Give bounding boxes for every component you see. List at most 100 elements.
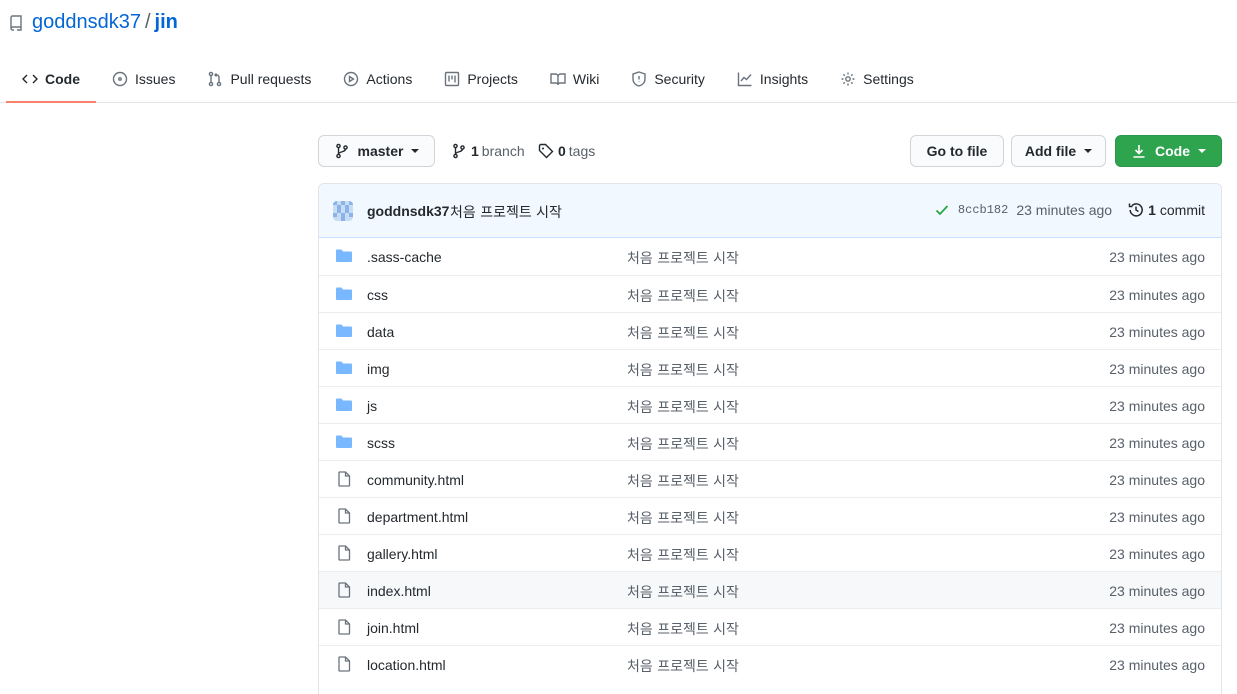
file-commit-message-link[interactable]: 처음 프로젝트 시작 (627, 582, 739, 602)
folder-row[interactable]: scss 처음 프로젝트 시작 23 minutes ago (319, 423, 1221, 460)
commit-history-link[interactable]: 1 commit (1128, 202, 1205, 218)
file-name-link[interactable]: img (367, 361, 390, 377)
tab-pull-requests[interactable]: Pull requests (191, 57, 327, 103)
play-icon (344, 71, 359, 87)
issue-icon (112, 71, 128, 87)
history-icon (1128, 203, 1143, 217)
file-icon (338, 545, 351, 561)
file-commit-message-link[interactable]: 처음 프로젝트 시작 (627, 434, 739, 454)
tab-label: Pull requests (230, 71, 312, 87)
file-row[interactable]: gallery.html 처음 프로젝트 시작 23 minutes ago (319, 534, 1221, 571)
commit-author-link[interactable]: goddnsdk37 (367, 203, 449, 219)
tab-projects[interactable]: Projects (428, 57, 534, 103)
tab-label: Code (45, 71, 80, 87)
file-commit-time: 23 minutes ago (1109, 287, 1205, 303)
file-row[interactable]: location.html 처음 프로젝트 시작 23 minutes ago (319, 645, 1221, 682)
avatar[interactable] (333, 201, 353, 221)
caret-down-icon (1198, 149, 1206, 153)
graph-icon (737, 72, 752, 87)
tag-icon (538, 143, 554, 159)
folder-row[interactable]: .sass-cache 처음 프로젝트 시작 23 minutes ago (319, 238, 1221, 275)
shield-icon (632, 71, 647, 87)
folder-row[interactable]: css 처음 프로젝트 시작 23 minutes ago (319, 275, 1221, 312)
file-commit-message-link[interactable]: 처음 프로젝트 시작 (627, 323, 739, 343)
repo-separator: / (144, 11, 151, 33)
file-commit-message-link[interactable]: 처음 프로젝트 시작 (627, 508, 739, 528)
code-download-button[interactable]: Code (1115, 135, 1222, 167)
code-icon (22, 74, 38, 84)
tab-settings[interactable]: Settings (824, 57, 930, 103)
repo-owner-link[interactable]: goddnsdk37 (32, 11, 141, 34)
file-name-link[interactable]: join.html (367, 620, 419, 636)
file-name-link[interactable]: community.html (367, 472, 464, 488)
file-commit-message-link[interactable]: 처음 프로젝트 시작 (627, 397, 739, 417)
file-commit-message-link[interactable]: 처음 프로젝트 시작 (627, 360, 739, 380)
file-commit-time: 23 minutes ago (1109, 657, 1205, 673)
repo-tabs: Code Issues Pull requests Actions Projec… (6, 57, 930, 103)
latest-commit-bar: goddnsdk37 처음 프로젝트 시작 8ccb182 23 minutes… (319, 184, 1221, 238)
file-row[interactable]: index.html 처음 프로젝트 시작 23 minutes ago (319, 571, 1221, 608)
folder-icon (336, 324, 352, 337)
folder-row[interactable]: img 처음 프로젝트 시작 23 minutes ago (319, 349, 1221, 386)
file-commit-message-link[interactable]: 처음 프로젝트 시작 (627, 619, 739, 639)
file-name-link[interactable]: department.html (367, 509, 468, 525)
commit-time: 23 minutes ago (1016, 202, 1113, 218)
file-name-link[interactable]: js (367, 398, 377, 414)
commit-message-link[interactable]: 처음 프로젝트 시작 (450, 202, 562, 222)
book-icon (550, 73, 566, 86)
tab-label: Security (654, 71, 705, 87)
file-name-link[interactable]: location.html (367, 657, 446, 673)
repo-header: goddnsdk37 / jin Code Issues Pull reques… (0, 0, 1237, 103)
file-commit-message-link[interactable]: 처음 프로젝트 시작 (627, 248, 739, 268)
tab-label: Actions (366, 71, 413, 87)
tab-label: Settings (863, 71, 914, 87)
file-commit-message-link[interactable]: 처음 프로젝트 시작 (627, 545, 739, 565)
tags-link[interactable]: 0 tags (538, 135, 595, 167)
folder-row[interactable]: js 처음 프로젝트 시작 23 minutes ago (319, 386, 1221, 423)
add-file-label: Add file (1024, 143, 1077, 159)
commit-count-word: commit (1159, 202, 1205, 218)
file-commit-time: 23 minutes ago (1109, 472, 1205, 488)
folder-row[interactable]: data 처음 프로젝트 시작 23 minutes ago (319, 312, 1221, 349)
file-commit-time: 23 minutes ago (1109, 324, 1205, 340)
repo-name-link[interactable]: jin (155, 11, 178, 34)
caret-down-icon (1084, 149, 1093, 153)
commit-sha-link[interactable]: 8ccb182 (958, 203, 1008, 217)
file-commit-time: 23 minutes ago (1109, 435, 1205, 451)
file-row[interactable]: join.html 처음 프로젝트 시작 23 minutes ago (319, 608, 1221, 645)
branch-select-button[interactable]: master (318, 135, 435, 167)
check-icon[interactable] (934, 202, 950, 218)
gear-icon (841, 72, 855, 86)
branch-name: master (357, 143, 404, 159)
file-commit-message-link[interactable]: 처음 프로젝트 시작 (627, 471, 739, 491)
folder-icon (336, 435, 352, 448)
file-name-link[interactable]: css (367, 287, 388, 303)
file-name-link[interactable]: .sass-cache (367, 249, 442, 265)
folder-icon (336, 361, 352, 374)
code-button-label: Code (1155, 143, 1190, 159)
folder-icon (336, 287, 352, 300)
tab-wiki[interactable]: Wiki (534, 57, 615, 103)
file-commit-message-link[interactable]: 처음 프로젝트 시작 (627, 286, 739, 306)
file-name-link[interactable]: data (367, 324, 394, 340)
file-name-link[interactable]: gallery.html (367, 546, 438, 562)
tab-code[interactable]: Code (6, 57, 96, 103)
file-commit-message-link[interactable]: 처음 프로젝트 시작 (627, 656, 739, 676)
file-row[interactable]: community.html 처음 프로젝트 시작 23 minutes ago (319, 460, 1221, 497)
file-name-link[interactable]: scss (367, 435, 395, 451)
file-rows: .sass-cache 처음 프로젝트 시작 23 minutes ago css 처음… (319, 238, 1221, 682)
go-to-file-button[interactable]: Go to file (910, 135, 1004, 167)
file-list: goddnsdk37 처음 프로젝트 시작 8ccb182 23 minutes… (318, 183, 1222, 694)
file-icon (338, 582, 351, 598)
add-file-button[interactable]: Add file (1011, 135, 1106, 167)
file-commit-time: 23 minutes ago (1109, 249, 1205, 265)
file-name-link[interactable]: index.html (367, 583, 431, 599)
tab-label: Projects (467, 71, 518, 87)
tab-actions[interactable]: Actions (327, 57, 428, 103)
file-row[interactable]: department.html 처음 프로젝트 시작 23 minutes ago (319, 497, 1221, 534)
branch-count: 1 (471, 143, 479, 159)
tab-insights[interactable]: Insights (721, 57, 824, 103)
tab-issues[interactable]: Issues (96, 57, 191, 103)
branches-link[interactable]: 1 branch (451, 135, 525, 167)
tab-security[interactable]: Security (615, 57, 721, 103)
